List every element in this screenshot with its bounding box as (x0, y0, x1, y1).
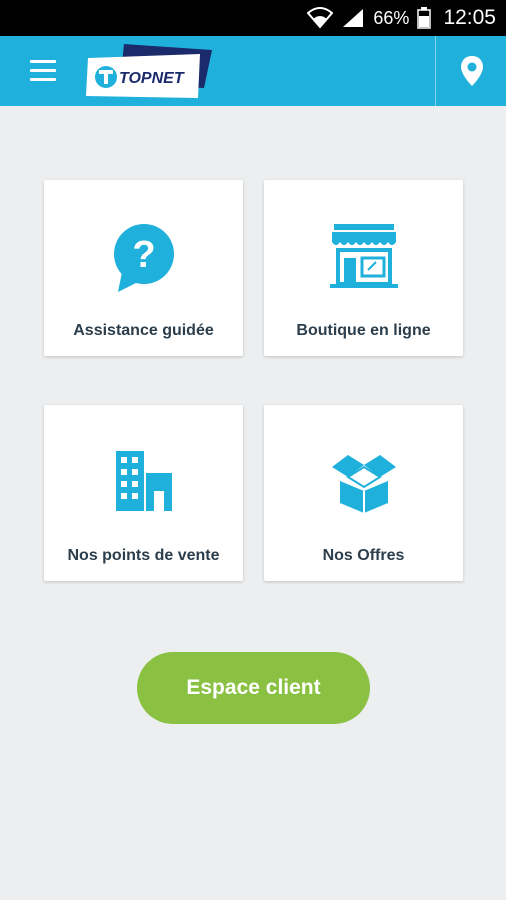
topnet-logo: TOPNET (86, 44, 212, 98)
card-assistance-guidee[interactable]: ? Assistance guidée (44, 180, 243, 356)
espace-client-button[interactable]: Espace client (137, 652, 370, 724)
card-nos-offres[interactable]: Nos Offres (264, 405, 463, 581)
buildings-icon (115, 451, 172, 511)
battery-icon (417, 7, 432, 29)
open-box-icon (331, 455, 396, 513)
card-boutique-en-ligne[interactable]: Boutique en ligne (264, 180, 463, 356)
location-pin-icon[interactable] (452, 50, 492, 92)
appbar-divider (435, 36, 436, 106)
svg-text:TOPNET: TOPNET (119, 70, 185, 87)
svg-text:?: ? (132, 234, 155, 276)
status-bar: 66% 12:05 (0, 0, 506, 36)
app-bar: TOPNET (0, 36, 506, 106)
storefront-icon (329, 224, 398, 288)
hamburger-menu-icon[interactable] (22, 54, 62, 88)
card-label: Nos points de vente (67, 547, 220, 564)
status-icons: 66% 12:05 (307, 0, 496, 36)
battery-percent: 66% (373, 7, 410, 28)
wifi-icon (307, 7, 334, 29)
signal-icon (343, 9, 364, 27)
card-label: Boutique en ligne (296, 322, 431, 339)
clock: 12:05 (443, 6, 496, 29)
card-label: Assistance guidée (73, 322, 214, 339)
card-label: Nos Offres (322, 547, 405, 564)
question-bubble-icon: ? (113, 224, 174, 292)
card-nos-points-de-vente[interactable]: Nos points de vente (44, 405, 243, 581)
